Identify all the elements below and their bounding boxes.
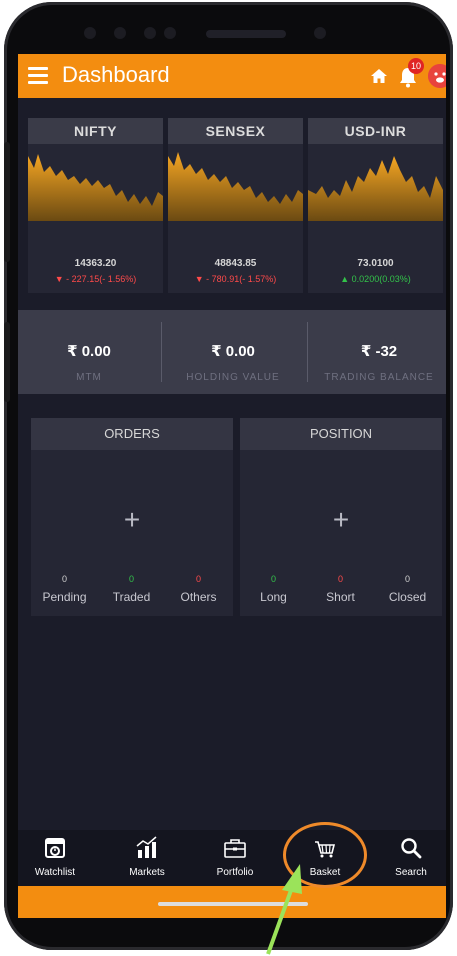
trading-balance-label: TRADING BALANCE [324, 372, 434, 383]
orders-title: ORDERS [31, 418, 233, 450]
mtm-value: ₹ 0.00 [67, 343, 111, 360]
others-count: 0 [195, 574, 201, 584]
index-card-sensex[interactable]: SENSEX 48843.85 ▼ - 780.91(- 1.57%) [168, 118, 303, 293]
index-name: USD-INR [308, 118, 443, 144]
orders-others[interactable]: 0 Others [165, 574, 232, 604]
nifty-sparkline [28, 154, 163, 221]
bottom-navigation: Watchlist Markets Portfolio Basket Searc… [18, 830, 446, 886]
power-button [4, 322, 10, 402]
nav-markets[interactable]: Markets [112, 836, 182, 878]
app-header: Dashboard 10 [18, 54, 446, 98]
phone-notch [74, 20, 374, 48]
index-change: ▲ 0.0200(0.03%) [340, 274, 411, 284]
phone-frame: Dashboard 10 NIFTY 14363.20 ▼ - 227.15(-… [4, 2, 453, 950]
pending-count: 0 [61, 574, 67, 584]
index-name: NIFTY [28, 118, 163, 144]
trading-balance-value: ₹ -32 [360, 343, 398, 360]
others-label: Others [180, 590, 217, 604]
mtm-label: MTM [76, 372, 102, 383]
holding-value-label: HOLDING VALUE [186, 372, 280, 383]
home-icon[interactable] [370, 68, 388, 84]
markets-icon [136, 836, 157, 858]
position-closed[interactable]: 0 Closed [374, 574, 441, 604]
index-value: 14363.20 [74, 258, 117, 269]
index-change: ▼ - 780.91(- 1.57%) [194, 274, 277, 284]
short-label: Short [326, 590, 355, 604]
orders-panel[interactable]: ORDERS + 0 Pending 0 Traded 0 Others [31, 418, 233, 616]
nav-label: Search [395, 867, 427, 878]
app-screen: Dashboard 10 NIFTY 14363.20 ▼ - 227.15(-… [18, 54, 446, 918]
orders-traded[interactable]: 0 Traded [98, 574, 165, 604]
trading-balance: ₹ -32 TRADING BALANCE [308, 310, 446, 394]
watchlist-icon [45, 838, 65, 858]
position-short[interactable]: 0 Short [307, 574, 374, 604]
nav-watchlist[interactable]: Watchlist [20, 836, 90, 878]
sensex-sparkline [168, 152, 303, 221]
index-card-nifty[interactable]: NIFTY 14363.20 ▼ - 227.15(- 1.56%) [28, 118, 163, 293]
orders-pending[interactable]: 0 Pending [31, 574, 98, 604]
long-count: 0 [270, 574, 276, 584]
pointer-arrow-icon [266, 864, 302, 955]
holding-value: ₹ 0.00 [211, 343, 255, 360]
mtm-balance: ₹ 0.00 MTM [18, 310, 160, 394]
volume-button [4, 142, 10, 262]
hamburger-menu-icon[interactable] [28, 67, 48, 84]
holding-value-balance: ₹ 0.00 HOLDING VALUE [162, 310, 304, 394]
index-change: ▼ - 227.15(- 1.56%) [54, 274, 137, 284]
user-avatar-icon[interactable] [428, 64, 446, 88]
long-label: Long [260, 590, 287, 604]
position-title: POSITION [240, 418, 442, 450]
traded-count: 0 [128, 574, 134, 584]
position-panel[interactable]: POSITION + 0 Long 0 Short 0 Closed [240, 418, 442, 616]
pending-label: Pending [42, 590, 87, 604]
index-name: SENSEX [168, 118, 303, 144]
index-value: 48843.85 [214, 258, 257, 269]
add-position-icon[interactable]: + [240, 504, 442, 536]
nav-label: Markets [129, 867, 165, 878]
nav-search[interactable]: Search [376, 836, 446, 878]
notification-badge: 10 [408, 58, 424, 74]
nav-label: Watchlist [34, 867, 76, 878]
portfolio-icon [224, 839, 246, 858]
index-card-usd-inr[interactable]: USD-INR 73.0100 ▲ 0.0200(0.03%) [308, 118, 443, 293]
closed-count: 0 [404, 574, 410, 584]
add-order-icon[interactable]: + [31, 504, 233, 536]
traded-label: Traded [112, 590, 151, 604]
search-icon [401, 838, 422, 859]
usd-inr-sparkline [308, 156, 443, 221]
closed-label: Closed [388, 590, 427, 604]
position-long[interactable]: 0 Long [240, 574, 307, 604]
short-count: 0 [337, 574, 343, 584]
index-value: 73.0100 [357, 258, 394, 269]
page-title: Dashboard [62, 62, 170, 87]
balance-summary: ₹ 0.00 MTM ₹ 0.00 HOLDING VALUE ₹ -32 TR… [18, 310, 446, 394]
